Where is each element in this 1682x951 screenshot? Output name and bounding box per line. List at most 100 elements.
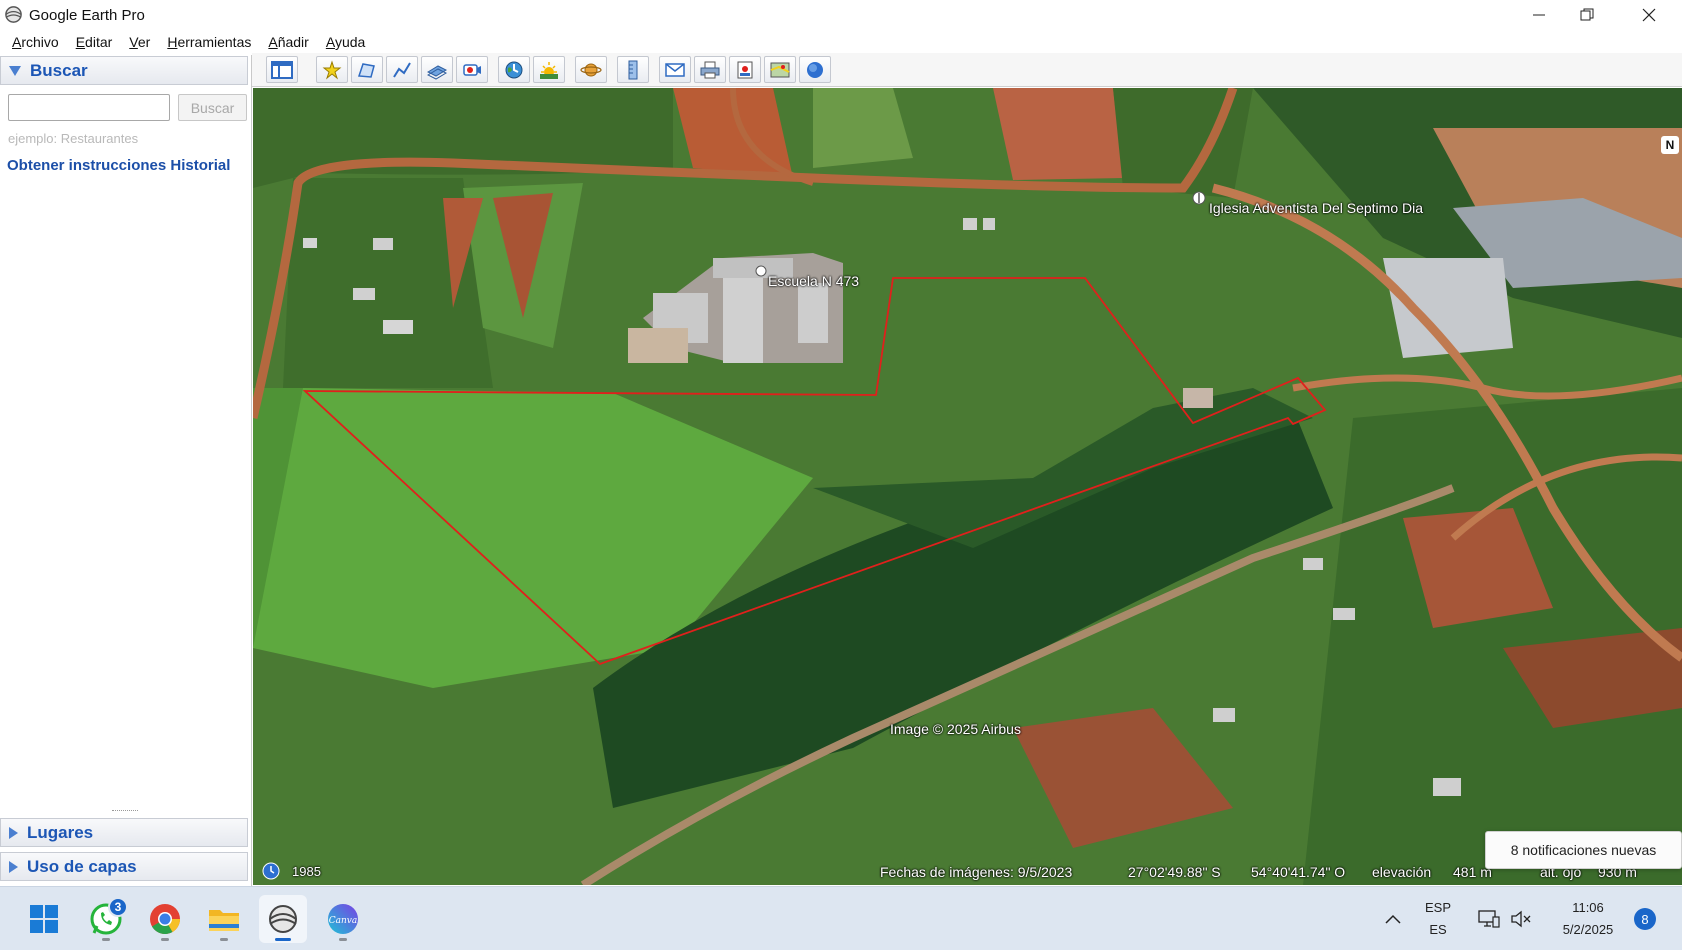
search-panel-title: Buscar — [30, 60, 88, 80]
imagery-date: Fechas de imágenes: 9/5/2023 — [880, 864, 1073, 880]
history-link[interactable]: Historial — [170, 157, 230, 174]
placemark-icon — [322, 59, 342, 79]
whatsapp-taskbar-button[interactable]: 3 — [82, 895, 130, 943]
historical-imagery-button[interactable] — [498, 56, 530, 83]
restore-button[interactable] — [1558, 0, 1616, 30]
search-panel-header[interactable]: Buscar — [0, 56, 248, 85]
places-panel-header[interactable]: Lugares — [0, 818, 248, 847]
running-indicator — [339, 938, 347, 941]
print-icon — [700, 61, 720, 78]
earth-icon — [807, 61, 823, 78]
start-button[interactable] — [20, 895, 68, 943]
path-icon — [393, 61, 411, 78]
whatsapp-badge: 3 — [108, 897, 128, 917]
add-image-overlay-button[interactable] — [421, 56, 453, 83]
show-hidden-icons-button[interactable] — [1378, 887, 1408, 951]
minimize-icon — [1533, 14, 1545, 16]
places-panel-title: Lugares — [27, 822, 94, 842]
windows-start-icon — [30, 905, 58, 933]
search-button[interactable]: Buscar — [178, 94, 247, 121]
volume-tray-button[interactable] — [1506, 887, 1536, 951]
close-button[interactable] — [1620, 0, 1678, 30]
satellite-imagery[interactable] — [253, 88, 1682, 885]
earth-button[interactable] — [799, 56, 831, 83]
clock-time: 11:06 — [1572, 900, 1604, 915]
chrome-taskbar-button[interactable] — [141, 895, 189, 943]
menu-anadir[interactable]: Añadir — [268, 34, 308, 50]
chrome-icon — [150, 904, 180, 935]
panel-resize-grip[interactable] — [112, 810, 138, 813]
sunlight-icon — [540, 61, 558, 79]
sunlight-button[interactable] — [533, 56, 565, 83]
email-button[interactable] — [659, 56, 691, 83]
polygon-icon — [357, 62, 375, 78]
expand-triangle-icon — [9, 860, 18, 873]
add-path-button[interactable] — [386, 56, 418, 83]
menu-bar: Archivo Editar Ver Herramientas Añadir A… — [0, 30, 1682, 53]
chevron-up-icon — [1385, 914, 1401, 924]
get-directions-link[interactable]: Obtener instrucciones — [7, 157, 166, 174]
layers-panel-header[interactable]: Uso de capas — [0, 852, 248, 881]
sidebar: Buscar Buscar ejemplo: Restaurantes Obte… — [0, 55, 252, 886]
google-earth-taskbar-button[interactable] — [259, 895, 307, 943]
restore-icon — [1580, 8, 1594, 21]
search-example-text: ejemplo: Restaurantes — [8, 131, 139, 146]
input-language-indicator[interactable]: ESP ES — [1418, 887, 1458, 951]
sidebar-toggle-button[interactable] — [266, 56, 298, 83]
save-image-icon — [737, 61, 753, 78]
notification-toast[interactable]: 8 notificaciones nuevas — [1485, 831, 1682, 869]
active-indicator — [275, 938, 291, 941]
folder-icon — [209, 910, 239, 931]
latitude-readout: 27°02'49.88" S — [1128, 864, 1221, 880]
collapse-triangle-icon — [9, 65, 21, 76]
menu-archivo[interactable]: Archivo — [12, 34, 59, 50]
print-button[interactable] — [694, 56, 726, 83]
menu-editar[interactable]: Editar — [76, 34, 113, 50]
window-title: Google Earth Pro — [29, 7, 145, 24]
notification-center-badge[interactable]: 8 — [1634, 908, 1656, 930]
running-indicator — [220, 938, 228, 941]
historical-imagery-icon — [505, 61, 523, 78]
google-earth-pro-icon — [5, 6, 22, 23]
menu-ver[interactable]: Ver — [129, 34, 150, 50]
search-links: Obtener instrucciones Historial — [7, 157, 230, 174]
google-earth-pro-icon — [269, 905, 297, 933]
school-label[interactable]: Escuela N 473 — [768, 273, 859, 289]
title-bar: Google Earth Pro — [0, 0, 1682, 30]
map-view[interactable]: Escuela N 473 Iglesia Adventista Del Sep… — [253, 88, 1682, 885]
clock-date: 5/2/2025 — [1562, 922, 1614, 937]
planets-button[interactable] — [575, 56, 607, 83]
compass-icon[interactable]: N — [1661, 136, 1679, 154]
keyboard-layout: ES — [1429, 922, 1447, 937]
menu-ayuda[interactable]: Ayuda — [326, 34, 365, 50]
language-code: ESP — [1424, 900, 1451, 915]
sidebar-toggle-icon — [271, 60, 293, 79]
church-label[interactable]: Iglesia Adventista Del Septimo Dia — [1209, 200, 1423, 216]
svg-text:Canva: Canva — [329, 916, 358, 926]
imagery-copyright: Image © 2025 Airbus — [890, 721, 1021, 737]
menu-herramientas[interactable]: Herramientas — [167, 34, 251, 50]
search-input[interactable] — [8, 94, 170, 121]
toolbar — [252, 53, 1682, 87]
longitude-readout: 54°40'41.74" O — [1251, 864, 1346, 880]
image-overlay-icon — [426, 64, 448, 80]
canva-icon: Canva — [328, 904, 358, 934]
email-icon — [665, 62, 685, 77]
network-tray-button[interactable] — [1474, 887, 1504, 951]
save-image-button[interactable] — [729, 56, 761, 83]
view-in-maps-button[interactable] — [764, 56, 796, 83]
file-explorer-taskbar-button[interactable] — [200, 895, 248, 943]
network-display-icon — [1478, 910, 1500, 928]
planets-icon — [580, 63, 602, 76]
record-tour-button[interactable] — [456, 56, 488, 83]
clock[interactable]: 11:06 5/2/2025 — [1548, 887, 1628, 951]
close-icon — [1642, 8, 1656, 22]
add-polygon-button[interactable] — [351, 56, 383, 83]
add-placemark-button[interactable] — [316, 56, 348, 83]
expand-triangle-icon — [9, 826, 18, 839]
ruler-button[interactable] — [617, 56, 649, 83]
canva-taskbar-button[interactable]: Canva — [319, 895, 367, 943]
taskbar: 3 Canva ESP ES 11:06 5/2/2025 8 — [0, 886, 1682, 950]
historical-clock-icon[interactable] — [261, 861, 281, 881]
timeline-year: 1985 — [292, 864, 321, 879]
